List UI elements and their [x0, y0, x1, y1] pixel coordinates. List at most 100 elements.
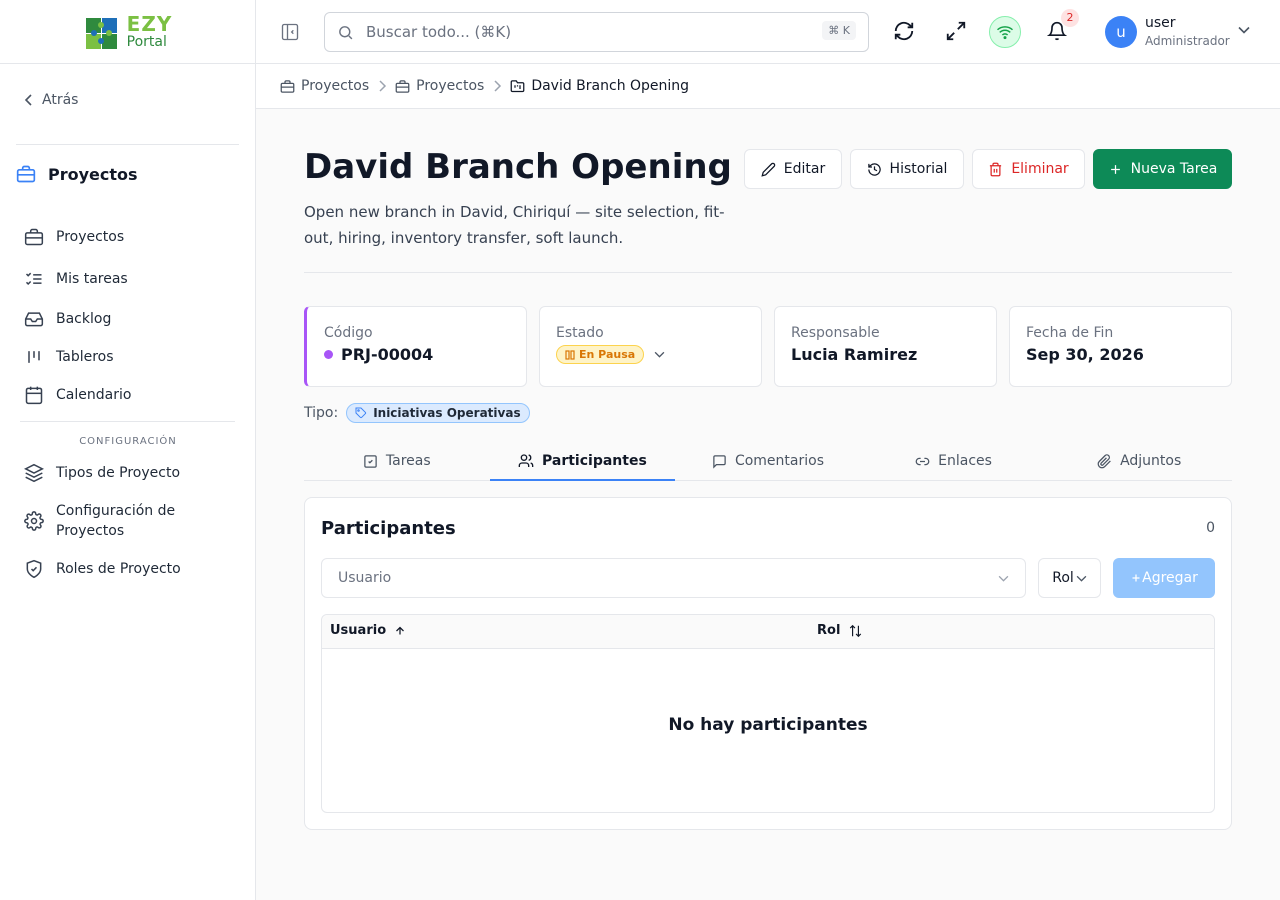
tab-tareas[interactable]: Tareas — [304, 442, 490, 480]
column-header-usuario[interactable]: Usuario — [330, 623, 406, 638]
trash-icon — [990, 162, 1002, 176]
status-dropdown[interactable]: En Pausa — [556, 345, 745, 364]
breadcrumb-label: David Branch Opening — [531, 78, 690, 94]
collapse-sidebar-button[interactable] — [280, 22, 300, 42]
empty-state-message: No hay participantes — [668, 715, 868, 735]
search-icon — [339, 25, 353, 39]
notifications-badge: 2 — [1061, 9, 1079, 27]
panel-left-close-icon — [281, 23, 299, 41]
history-icon — [867, 162, 881, 176]
briefcase-icon — [24, 228, 44, 246]
search-shortcut-hint: ⌘ K — [822, 21, 856, 40]
tab-label: Adjuntos — [1120, 453, 1182, 469]
participants-count: 0 — [1206, 520, 1215, 536]
code-value-row: PRJ-00004 — [324, 345, 510, 364]
search-input[interactable] — [366, 23, 786, 41]
tab-label: Enlaces — [938, 453, 992, 469]
sidebar-item-label: Configuración de Proyectos — [56, 503, 176, 539]
avatar[interactable]: u — [1105, 16, 1137, 48]
sidebar-item-tableros[interactable]: Tableros — [24, 347, 114, 367]
breadcrumb: Proyectos Proyectos David Branch Opening — [256, 64, 1280, 109]
fullscreen-button[interactable] — [945, 20, 967, 42]
briefcase-icon — [16, 165, 36, 183]
status-badge: En Pausa — [556, 345, 645, 364]
sidebar-item-label: Mis tareas — [56, 271, 128, 287]
sidebar-section-header: Proyectos — [16, 164, 138, 184]
breadcrumb-label: Proyectos — [301, 78, 370, 94]
role-select[interactable]: Rol — [1038, 558, 1101, 598]
briefcase-icon — [395, 79, 410, 93]
plus-icon — [1132, 574, 1140, 582]
brand-logo[interactable]: EZY Portal — [0, 0, 255, 64]
link-icon — [915, 457, 930, 465]
puzzle-logo-icon — [85, 17, 117, 49]
back-label: Atrás — [42, 92, 79, 108]
refresh-button[interactable] — [893, 20, 915, 42]
users-icon — [518, 454, 534, 467]
project-type-value: Iniciativas Operativas — [373, 406, 521, 420]
back-link[interactable]: Atrás — [24, 92, 78, 108]
sidebar-item-configuracion-de-proyectos[interactable]: Configuración de Proyectos — [24, 501, 196, 541]
brand-name-top: EZY — [126, 12, 173, 36]
layers-icon — [24, 463, 44, 483]
config-heading: CONFIGURACIÓN — [79, 436, 177, 447]
tab-enlaces[interactable]: Enlaces — [861, 442, 1047, 480]
list-checks-icon — [25, 272, 42, 286]
code-card: Código PRJ-00004 — [304, 306, 527, 387]
search-bar[interactable]: ⌘ K — [324, 12, 869, 52]
paperclip-icon — [1097, 453, 1111, 468]
participants-table: Usuario Rol No hay participantes — [321, 614, 1215, 813]
column-header-label: Usuario — [330, 623, 387, 638]
message-square-icon — [713, 454, 726, 469]
sidebar-item-mis-tareas[interactable]: Mis tareas — [24, 269, 128, 289]
sidebar-item-proyectos[interactable]: Proyectos — [24, 227, 124, 247]
owner-value: Lucia Ramirez — [791, 345, 918, 364]
column-header-label: Rol — [817, 623, 841, 638]
history-button-label: Historial — [889, 161, 948, 177]
status-value: En Pausa — [579, 348, 636, 361]
new-task-button[interactable]: Nueva Tarea — [1093, 149, 1232, 189]
page-title: David Branch Opening — [304, 147, 732, 187]
user-select[interactable]: Usuario — [321, 558, 1026, 598]
inbox-icon — [24, 312, 44, 327]
user-select-placeholder: Usuario — [338, 570, 392, 586]
sidebar-item-roles-de-proyecto[interactable]: Roles de Proyecto — [24, 559, 181, 579]
tab-adjuntos[interactable]: Adjuntos — [1046, 442, 1232, 480]
end-date-card: Fecha de Fin Sep 30, 2026 — [1009, 306, 1232, 387]
sidebar: EZY Portal Atrás Proyectos Proyectos Mis… — [0, 0, 256, 900]
tab-comentarios[interactable]: Comentarios — [675, 442, 861, 480]
sidebar-item-label: Roles de Proyecto — [56, 561, 181, 577]
user-menu-toggle[interactable] — [1238, 26, 1250, 34]
kanban-icon — [28, 351, 40, 363]
status-card: Estado En Pausa — [539, 306, 762, 387]
breadcrumb-item-proyectos-list[interactable]: Proyectos — [395, 78, 484, 94]
delete-button[interactable]: Eliminar — [972, 149, 1085, 189]
new-task-button-label: Nueva Tarea — [1130, 161, 1218, 177]
sidebar-item-label: Proyectos — [56, 229, 125, 245]
edit-button[interactable]: Editar — [744, 149, 842, 189]
project-type-row: Tipo: Iniciativas Operativas — [304, 403, 530, 423]
tabs: Tareas Participantes Comentarios Enlaces… — [304, 442, 1232, 481]
arrow-up-icon — [396, 626, 405, 634]
history-button[interactable]: Historial — [850, 149, 964, 189]
edit-button-label: Editar — [783, 161, 826, 177]
sidebar-item-calendario[interactable]: Calendario — [24, 385, 131, 405]
divider — [304, 272, 1232, 273]
sidebar-item-label: Tableros — [56, 349, 114, 365]
square-check-icon — [364, 454, 377, 468]
plus-icon — [1110, 164, 1120, 174]
column-header-rol[interactable]: Rol — [817, 623, 863, 638]
project-type-tag[interactable]: Iniciativas Operativas — [346, 403, 530, 423]
refresh-icon — [894, 21, 914, 41]
tab-participantes[interactable]: Participantes — [489, 442, 676, 481]
chevron-down-icon — [654, 351, 665, 358]
add-participant-button[interactable]: Agregar — [1113, 558, 1215, 598]
connection-status-button[interactable] — [989, 16, 1021, 48]
sidebar-item-label: Calendario — [56, 387, 132, 403]
topbar: ⌘ K 2 u user Administrador — [256, 0, 1280, 64]
user-name[interactable]: user — [1145, 15, 1176, 31]
sidebar-item-tipos-de-proyecto[interactable]: Tipos de Proyecto — [24, 463, 180, 483]
sidebar-section-title: Proyectos — [48, 164, 138, 184]
breadcrumb-item-proyectos[interactable]: Proyectos — [280, 78, 369, 94]
sidebar-item-backlog[interactable]: Backlog — [24, 309, 111, 329]
